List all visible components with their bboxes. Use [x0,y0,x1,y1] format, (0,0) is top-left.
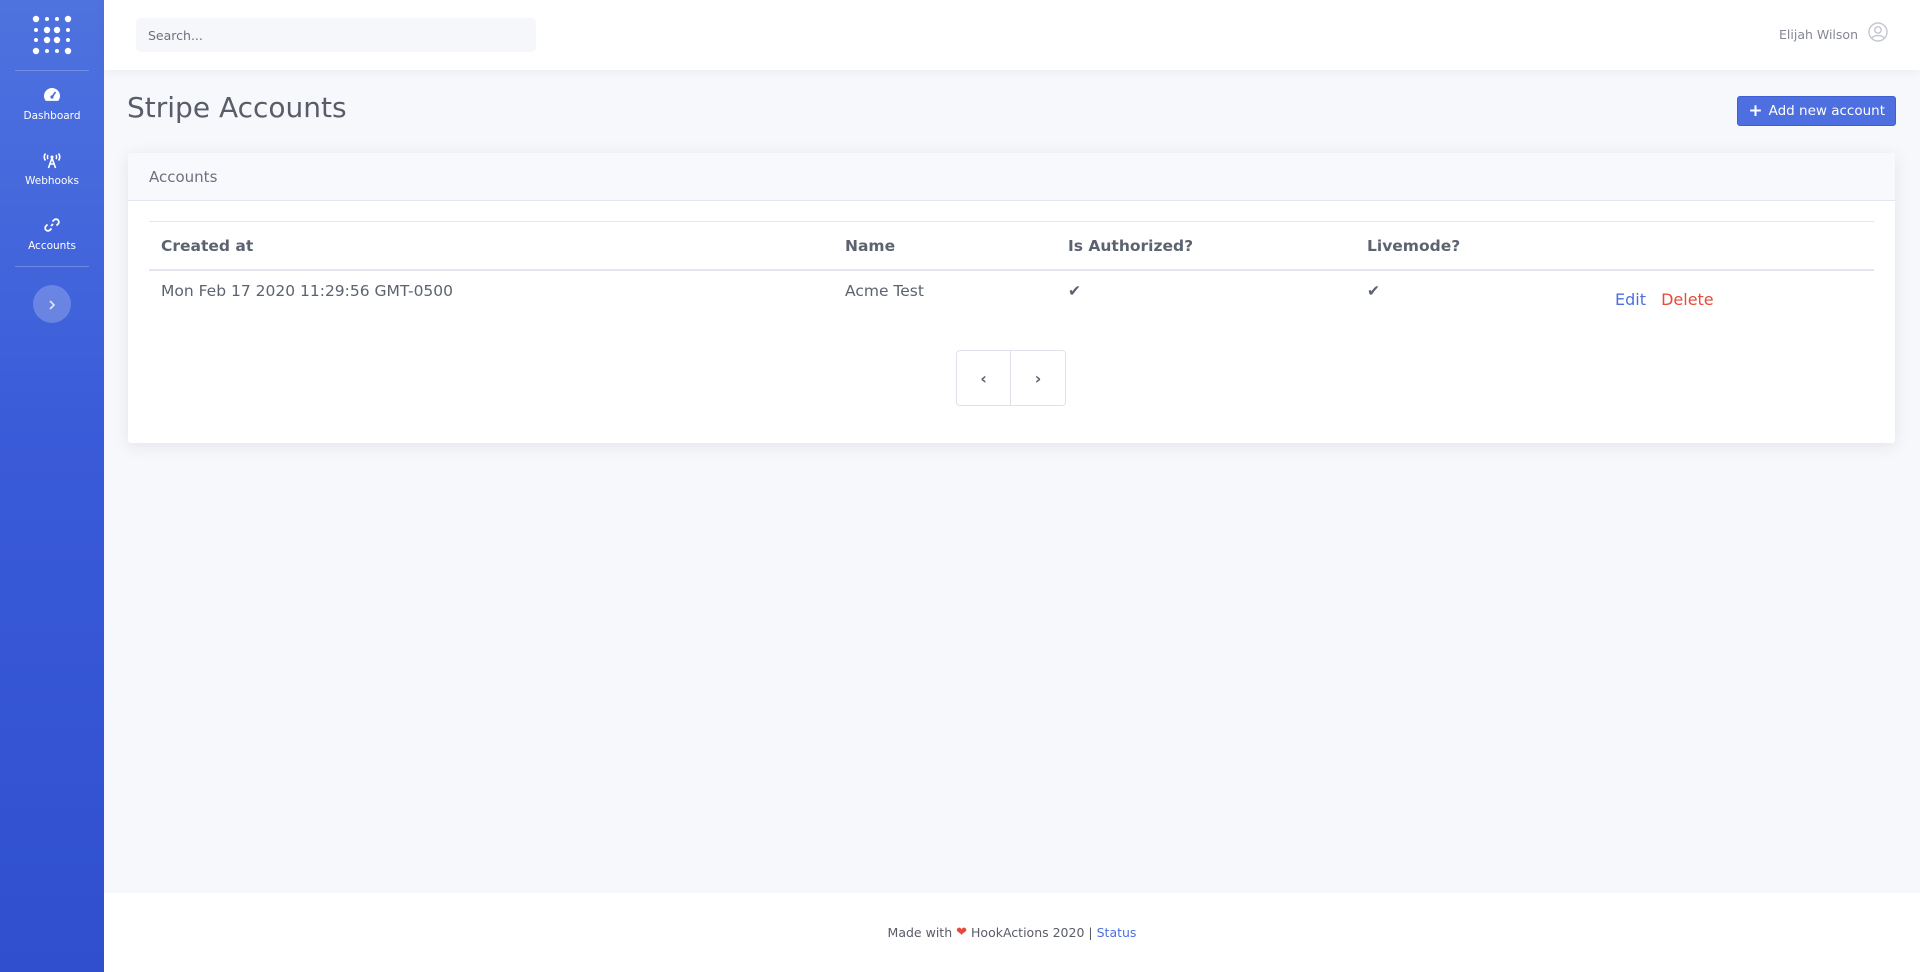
chevron-right-icon: › [1034,368,1042,388]
column-header-livemode: Livemode? [1367,236,1461,255]
sidebar-item-dashboard[interactable]: Dashboard [0,71,104,136]
column-header-is-authorized: Is Authorized? [1068,236,1194,255]
card-header: Accounts [128,153,1895,201]
search-input[interactable] [136,18,536,52]
heart-icon: ❤ [956,925,968,940]
sidebar-item-accounts[interactable]: Accounts [0,201,104,266]
broadcast-icon [42,150,62,170]
sidebar-toggle-button[interactable] [33,285,71,323]
sidebar-divider [15,266,89,267]
add-button-label: Add new account [1768,103,1885,119]
page-title: Stripe Accounts [127,91,347,124]
add-new-account-button[interactable]: + Add new account [1737,96,1896,126]
accounts-table: Created at Name Is Authorized? Livemode?… [149,221,1874,321]
table-header-row: Created at Name Is Authorized? Livemode? [149,221,1874,271]
pagination-prev-button[interactable]: ‹ [957,351,1012,405]
user-name: Elijah Wilson [1779,26,1858,42]
sidebar: Dashboard Webhooks Accounts [0,0,104,972]
pagination: ‹ › [956,350,1066,406]
table-row: Mon Feb 17 2020 11:29:56 GMT-0500 Acme T… [149,271,1874,321]
sidebar-item-webhooks[interactable]: Webhooks [0,136,104,201]
check-icon: ✔ [1367,282,1380,300]
footer-brand: HookActions 2020 | [971,925,1093,940]
user-circle-icon [1868,22,1888,46]
pagination-next-button[interactable]: › [1011,351,1065,405]
topbar: Elijah Wilson [104,0,1920,70]
sidebar-item-label: Webhooks [25,175,79,187]
chevron-right-icon [48,295,56,314]
cell-created-at: Mon Feb 17 2020 11:29:56 GMT-0500 [161,282,454,300]
user-menu[interactable]: Elijah Wilson [1779,22,1888,46]
accounts-card: Accounts Created at Name Is Authorized? … [128,153,1895,443]
edit-link[interactable]: Edit [1615,290,1646,309]
status-link[interactable]: Status [1097,925,1137,940]
sidebar-item-label: Dashboard [23,110,81,122]
footer-made-with: Made with [887,925,953,940]
sidebar-item-label: Accounts [28,240,76,252]
link-icon [42,215,62,235]
chevron-left-icon: ‹ [980,368,987,388]
dot-grid-logo-icon[interactable] [31,14,73,56]
column-header-name: Name [845,236,896,255]
footer: Made with ❤ HookActions 2020 | Status [104,893,1920,972]
check-icon: ✔ [1068,282,1081,300]
tachometer-icon [42,85,62,105]
column-header-created-at: Created at [161,236,254,255]
row-actions: Edit Delete [1603,290,1874,309]
delete-link[interactable]: Delete [1661,290,1714,309]
cell-name: Acme Test [845,282,924,300]
plus-icon: + [1748,100,1763,121]
